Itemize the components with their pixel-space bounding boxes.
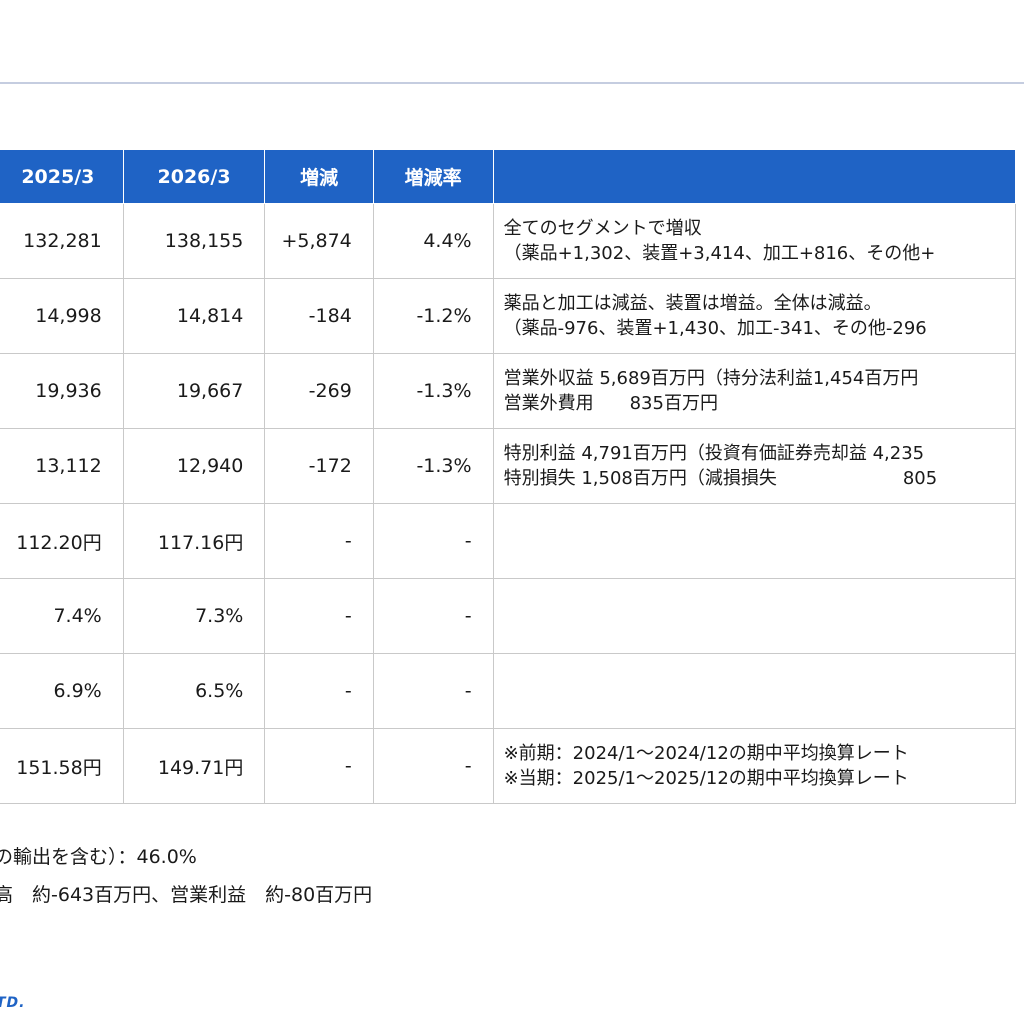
cell-note: 全てのセグメントで増収 （薬品+1,302、装置+3,414、加工+816、その他… — [492, 203, 1017, 279]
header-diff: 増減 — [264, 149, 374, 204]
cell-rate: - — [372, 578, 494, 654]
table-row: 19,936 19,667 -269 -1.3% 営業外収益 5,689百万円（持分法利… — [0, 353, 1017, 429]
note-line: （薬品-976、装置+1,430、加工-341、その他-296 — [503, 318, 927, 339]
cell-rate: -1.3% — [372, 353, 494, 429]
note-line: 特別損失 1,508百万円（減損損失 805 — [503, 468, 938, 489]
cell-curr: 12,940 — [122, 428, 266, 504]
cell-prev: 7.4% — [0, 578, 124, 654]
cell-rate: -1.2% — [372, 278, 494, 354]
note-line: ※前期：2024/1～2024/12の期中平均換算レート — [503, 743, 909, 764]
company-logo: TD. — [0, 995, 26, 1011]
header-rate: 増減率 — [372, 149, 494, 204]
cell-curr: 6.5% — [122, 653, 266, 729]
cell-curr: 117.16円 — [122, 503, 266, 579]
cell-curr: 19,667 — [122, 353, 266, 429]
note-line: 営業外費用 835百万円 — [503, 393, 718, 414]
cell-prev: 151.58円 — [0, 728, 124, 804]
note-line: （薬品+1,302、装置+3,414、加工+816、その他+ — [503, 243, 936, 264]
cell-note — [492, 653, 1017, 729]
cell-rate: -1.3% — [372, 428, 494, 504]
cell-prev: 13,112 — [0, 428, 124, 504]
cell-note — [492, 578, 1017, 654]
cell-diff: -184 — [264, 278, 374, 354]
cell-curr: 7.3% — [122, 578, 266, 654]
table-row: 151.58円 149.71円 - - ※前期：2024/1～2024/12の期中平均換… — [0, 728, 1017, 804]
cell-note: 薬品と加工は減益、装置は増益。全体は減益。 （薬品-976、装置+1,430、加工… — [492, 278, 1017, 354]
cell-note — [492, 503, 1017, 579]
cell-note: ※前期：2024/1～2024/12の期中平均換算レート ※当期：2025/1～2… — [492, 728, 1017, 804]
note-line: 全てのセグメントで増収 — [503, 218, 702, 239]
cell-curr: 14,814 — [122, 278, 266, 354]
header-prev-year: 2025/3 — [0, 149, 124, 204]
top-divider — [0, 82, 1024, 84]
footer-note-fx-impact: 高 約-643百万円、営業利益 約-80百万円 — [0, 884, 373, 906]
table-row: 7.4% 7.3% - - — [0, 578, 1017, 654]
cell-prev: 132,281 — [0, 203, 124, 279]
cell-diff: - — [264, 503, 374, 579]
cell-rate: - — [372, 653, 494, 729]
cell-diff: +5,874 — [264, 203, 374, 279]
cell-diff: - — [264, 578, 374, 654]
table-row: 6.9% 6.5% - - — [0, 653, 1017, 729]
note-line: 営業外収益 5,689百万円（持分法利益1,454百万円 — [503, 368, 919, 389]
cell-diff: - — [264, 728, 374, 804]
cell-diff: -269 — [264, 353, 374, 429]
table-row: 14,998 14,814 -184 -1.2% 薬品と加工は減益、装置は増益。全体は減… — [0, 278, 1017, 354]
table-header-row: 2025/3 2026/3 増減 増減率 — [0, 149, 1017, 204]
cell-curr: 138,155 — [122, 203, 266, 279]
note-line: ※当期：2025/1～2025/12の期中平均換算レート — [503, 768, 909, 789]
note-line: 薬品と加工は減益、装置は増益。全体は減益。 — [503, 293, 882, 314]
table-row: 132,281 138,155 +5,874 4.4% 全てのセグメントで増収 （薬品+1… — [0, 203, 1017, 279]
cell-note: 営業外収益 5,689百万円（持分法利益1,454百万円 営業外費用 835百万円 — [492, 353, 1017, 429]
cell-prev: 14,998 — [0, 278, 124, 354]
financial-results-table: 2025/3 2026/3 増減 増減率 132,281 138,155 +5,87… — [0, 149, 1017, 804]
table-row: 13,112 12,940 -172 -1.3% 特別利益 4,791百万円（投資有価証… — [0, 428, 1017, 504]
cell-diff: - — [264, 653, 374, 729]
note-line: 特別利益 4,791百万円（投資有価証券売却益 4,235 — [503, 443, 925, 464]
cell-prev: 19,936 — [0, 353, 124, 429]
cell-rate: 4.4% — [372, 203, 494, 279]
cell-rate: - — [372, 728, 494, 804]
cell-diff: -172 — [264, 428, 374, 504]
cell-prev: 6.9% — [0, 653, 124, 729]
cell-prev: 112.20円 — [0, 503, 124, 579]
footer-note-export-ratio: の輸出を含む）：46.0% — [0, 846, 197, 868]
cell-curr: 149.71円 — [122, 728, 266, 804]
header-note — [492, 149, 1017, 204]
header-curr-year: 2026/3 — [122, 149, 266, 204]
cell-rate: - — [372, 503, 494, 579]
table-row: 112.20円 117.16円 - - — [0, 503, 1017, 579]
cell-note: 特別利益 4,791百万円（投資有価証券売却益 4,235 特別損失 1,508百… — [492, 428, 1017, 504]
